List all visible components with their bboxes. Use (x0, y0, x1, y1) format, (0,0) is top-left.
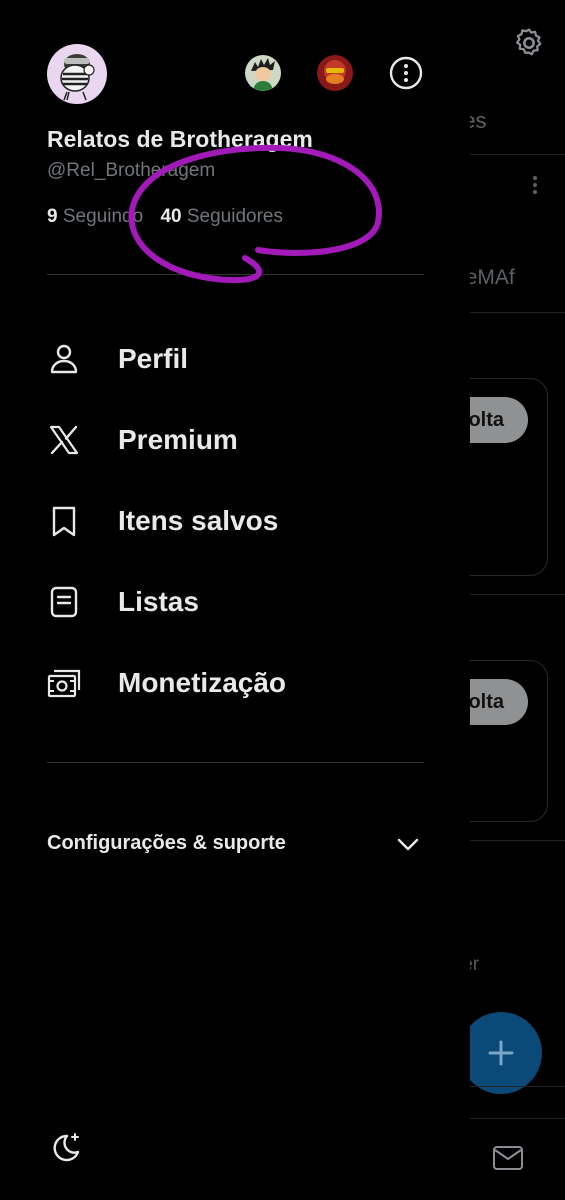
menu-item-label: Premium (118, 424, 238, 455)
character-illustration (60, 54, 95, 101)
person-icon (50, 344, 78, 374)
compose-fab (460, 1012, 542, 1094)
menu-item-premium[interactable]: Premium (47, 412, 424, 468)
followers-link[interactable]: 40 Seguidores (160, 206, 283, 228)
profile-avatar[interactable] (47, 44, 107, 104)
following-count: 9 (47, 206, 58, 227)
menu-item-profile[interactable]: Perfil (47, 331, 424, 387)
money-icon (47, 669, 81, 698)
x-logo-icon (49, 425, 79, 455)
menu-item-label: Perfil (118, 343, 189, 374)
character-avatar-illustration (324, 60, 346, 84)
navigation-drawer: Relatos de Brotheragem @Rel_Brotheragem … (0, 0, 470, 1200)
more-vertical-icon (533, 176, 537, 194)
list-icon (50, 586, 78, 618)
follow-stats: 9 Seguindo 40 Seguidores (47, 206, 283, 228)
background-divider (470, 1118, 565, 1119)
plus-icon (488, 1040, 514, 1066)
menu-item-label: Itens salvos (118, 505, 279, 536)
background-divider (470, 312, 565, 313)
profile-display-name[interactable]: Relatos de Brotheragem (47, 126, 313, 153)
menu-item-monetization[interactable]: Monetização (47, 655, 424, 711)
background-divider (470, 154, 565, 155)
more-options-icon[interactable] (388, 55, 424, 91)
account-avatar[interactable] (245, 55, 281, 91)
moon-icon[interactable] (47, 1130, 83, 1166)
followers-count: 40 (160, 206, 182, 227)
background-divider (470, 1086, 565, 1087)
account-avatar[interactable] (317, 55, 353, 91)
following-link[interactable]: 9 Seguindo (47, 206, 143, 228)
settings-support-label: Configurações & suporte (47, 832, 286, 854)
menu-item-lists[interactable]: Listas (47, 574, 424, 630)
chevron-down-icon (397, 838, 419, 851)
menu-item-label: Monetização (118, 667, 287, 698)
profile-handle: @Rel_Brotheragem (47, 160, 216, 181)
bookmark-icon (52, 506, 76, 537)
mail-icon (493, 1146, 523, 1170)
menu-item-bookmarks[interactable]: Itens salvos (47, 493, 424, 549)
character-avatar-illustration (251, 58, 275, 91)
divider (47, 274, 424, 275)
divider (47, 762, 424, 763)
menu-item-label: Listas (118, 586, 199, 617)
background-divider (470, 594, 565, 595)
background-divider (470, 840, 565, 841)
gear-icon (515, 28, 542, 56)
settings-support-toggle[interactable]: Configurações & suporte (47, 822, 424, 866)
following-label: Seguindo (62, 206, 144, 227)
followers-label: Seguidores (186, 206, 283, 227)
